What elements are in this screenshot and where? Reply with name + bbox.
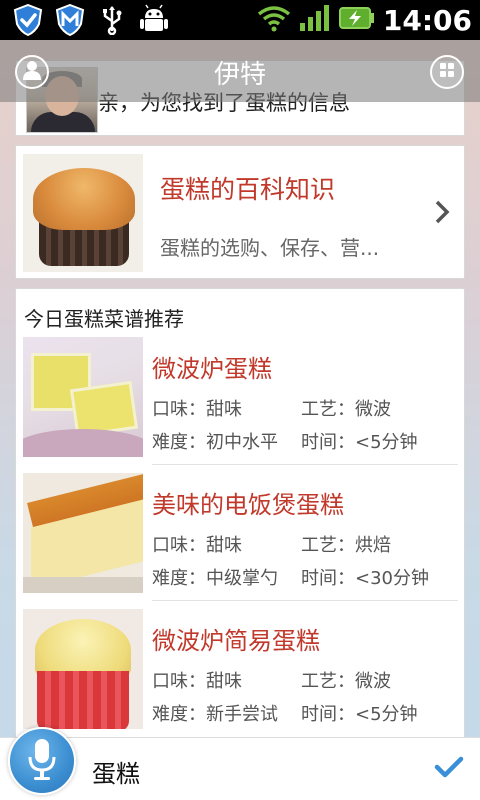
header: 伊特 xyxy=(0,40,480,102)
recipe-technique: 工艺：烘焙 xyxy=(301,535,391,556)
usb-icon xyxy=(96,4,128,36)
wiki-card[interactable]: 蛋糕的百科知识 蛋糕的选购、保存、营... xyxy=(15,145,465,279)
recipe-item[interactable]: 微波炉简易蛋糕 口味：甜味 工艺：微波 难度：新手尝试 时间：<5分钟 xyxy=(16,607,464,742)
recipe-difficulty: 难度：新手尝试 xyxy=(152,704,278,725)
system-icons: 14:06 xyxy=(257,0,472,40)
notification-icons xyxy=(12,4,170,36)
recipe-technique: 工艺：微波 xyxy=(301,671,391,692)
recipe-taste: 口味：甜味 xyxy=(152,399,242,420)
divider xyxy=(152,600,458,601)
status-bar: 14:06 xyxy=(0,0,480,40)
recipe-item[interactable]: 微波炉蛋糕 口味：甜味 工艺：微波 难度：初中水平 时间：<5分钟 xyxy=(16,335,464,470)
divider xyxy=(152,464,458,465)
cupcake-image xyxy=(23,154,143,272)
wifi-icon xyxy=(257,4,291,36)
recipe-taste: 口味：甜味 xyxy=(152,671,242,692)
recipe-difficulty: 难度：中级掌勺 xyxy=(152,568,278,589)
recipe-time: 时间：<30分钟 xyxy=(301,568,429,589)
recipe-image xyxy=(23,609,143,729)
android-icon xyxy=(138,4,170,36)
recipe-time: 时间：<5分钟 xyxy=(301,704,418,725)
signal-icon xyxy=(299,4,331,36)
recipe-name: 微波炉蛋糕 xyxy=(152,355,272,383)
shield-icon xyxy=(12,4,44,36)
chevron-right-icon[interactable] xyxy=(434,200,450,228)
microphone-button[interactable] xyxy=(8,727,76,795)
page-title: 伊特 xyxy=(213,60,266,90)
checkmark-icon xyxy=(434,756,464,783)
battery-charging-icon xyxy=(338,6,375,34)
recipe-item[interactable]: 美味的电饭煲蛋糕 口味：甜味 工艺：烘焙 难度：中级掌勺 时间：<30分钟 xyxy=(16,471,464,606)
microphone-icon xyxy=(27,737,57,785)
recipe-difficulty: 难度：初中水平 xyxy=(152,432,278,453)
recipe-image xyxy=(23,337,143,457)
recipe-taste: 口味：甜味 xyxy=(152,535,242,556)
recipe-name: 微波炉简易蛋糕 xyxy=(152,627,320,655)
menu-button[interactable] xyxy=(430,55,464,89)
wiki-title: 蛋糕的百科知识 xyxy=(160,175,336,204)
recipe-time: 时间：<5分钟 xyxy=(301,432,418,453)
recipe-technique: 工艺：微波 xyxy=(301,399,391,420)
wiki-subtitle: 蛋糕的选购、保存、营... xyxy=(160,236,380,260)
confirm-button[interactable] xyxy=(434,755,464,783)
recipes-card: 今日蛋糕菜谱推荐 微波炉蛋糕 口味：甜味 工艺：微波 难度：初中水平 时间：<5… xyxy=(15,288,465,748)
section-title: 今日蛋糕菜谱推荐 xyxy=(24,307,184,331)
voice-query-text: 蛋糕 xyxy=(92,760,140,788)
clock: 14:06 xyxy=(382,3,472,37)
grid-menu-icon xyxy=(439,62,455,82)
m-shield-icon xyxy=(54,4,86,36)
recipe-image xyxy=(23,473,143,593)
recipe-name: 美味的电饭煲蛋糕 xyxy=(152,491,344,519)
